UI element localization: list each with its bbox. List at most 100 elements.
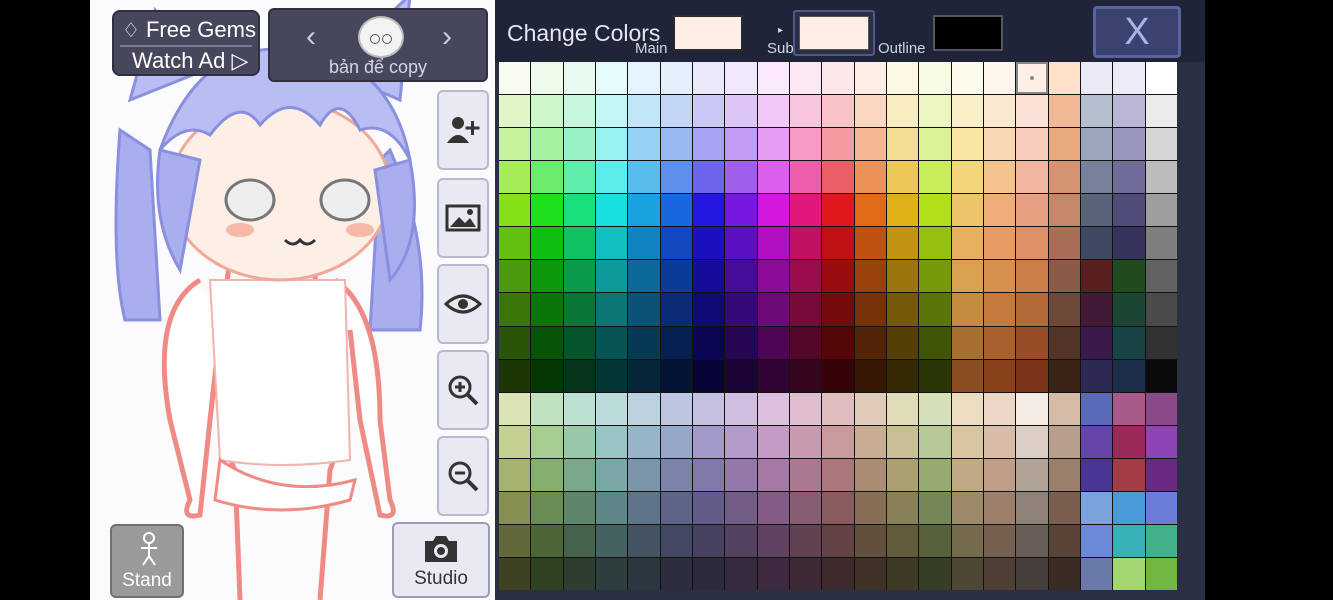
color-swatch[interactable]	[887, 260, 919, 293]
zoom-out-button[interactable]	[437, 436, 489, 516]
next-preset-button[interactable]: ›	[430, 20, 464, 54]
color-swatch[interactable]	[563, 524, 595, 557]
color-swatch[interactable]	[919, 524, 951, 557]
color-swatch[interactable]	[854, 491, 886, 524]
color-swatch[interactable]	[596, 260, 628, 293]
color-swatch[interactable]	[790, 458, 822, 491]
color-swatch[interactable]	[693, 62, 725, 95]
color-swatch[interactable]	[919, 392, 951, 425]
color-swatch[interactable]	[919, 293, 951, 326]
color-swatch[interactable]	[1081, 458, 1113, 491]
color-swatch[interactable]	[1145, 260, 1177, 293]
color-swatch[interactable]	[660, 359, 692, 392]
color-swatch[interactable]	[822, 392, 854, 425]
color-swatch[interactable]	[984, 359, 1016, 392]
color-swatch[interactable]	[1081, 392, 1113, 425]
color-swatch[interactable]	[1081, 524, 1113, 557]
color-swatch[interactable]	[531, 359, 563, 392]
color-swatch[interactable]	[757, 524, 789, 557]
color-swatch[interactable]	[531, 557, 563, 590]
color-swatch[interactable]	[725, 326, 757, 359]
color-swatch[interactable]	[531, 326, 563, 359]
color-swatch[interactable]	[822, 62, 854, 95]
color-swatch[interactable]	[757, 491, 789, 524]
color-swatch[interactable]	[951, 62, 983, 95]
color-swatch[interactable]	[531, 161, 563, 194]
color-swatch[interactable]	[660, 128, 692, 161]
color-swatch[interactable]	[1016, 128, 1048, 161]
color-swatch[interactable]	[596, 326, 628, 359]
color-swatch[interactable]	[1081, 557, 1113, 590]
color-swatch[interactable]	[1048, 128, 1080, 161]
color-swatch[interactable]	[1113, 194, 1145, 227]
color-swatch[interactable]	[757, 260, 789, 293]
color-swatch[interactable]	[919, 227, 951, 260]
color-swatch[interactable]	[757, 227, 789, 260]
color-swatch[interactable]	[596, 359, 628, 392]
color-swatch[interactable]	[854, 557, 886, 590]
sub-color-selected-frame[interactable]	[793, 10, 875, 56]
color-swatch[interactable]	[757, 194, 789, 227]
color-swatch[interactable]	[790, 161, 822, 194]
color-swatch[interactable]	[757, 557, 789, 590]
color-swatch[interactable]	[951, 359, 983, 392]
color-swatch[interactable]	[563, 227, 595, 260]
color-swatch[interactable]	[628, 128, 660, 161]
color-swatch[interactable]	[919, 62, 951, 95]
color-swatch[interactable]	[563, 161, 595, 194]
color-swatch[interactable]	[499, 194, 531, 227]
color-swatch[interactable]	[854, 260, 886, 293]
color-swatch[interactable]	[660, 392, 692, 425]
color-swatch[interactable]	[596, 491, 628, 524]
color-swatch[interactable]	[919, 557, 951, 590]
color-swatch[interactable]	[563, 458, 595, 491]
color-swatch[interactable]	[596, 161, 628, 194]
color-swatch[interactable]	[1016, 161, 1048, 194]
color-swatch[interactable]	[854, 194, 886, 227]
color-swatch[interactable]	[854, 326, 886, 359]
color-swatch[interactable]	[1113, 95, 1145, 128]
color-swatch[interactable]	[854, 227, 886, 260]
color-swatch[interactable]	[1081, 326, 1113, 359]
color-swatch[interactable]	[693, 161, 725, 194]
color-swatch[interactable]	[563, 260, 595, 293]
color-swatch[interactable]	[1145, 524, 1177, 557]
color-swatch[interactable]	[531, 425, 563, 458]
color-swatch[interactable]	[887, 293, 919, 326]
background-button[interactable]	[437, 178, 489, 258]
color-swatch[interactable]	[596, 392, 628, 425]
color-swatch[interactable]	[628, 557, 660, 590]
color-swatch[interactable]	[628, 95, 660, 128]
color-swatch[interactable]	[984, 161, 1016, 194]
color-swatch[interactable]	[499, 293, 531, 326]
color-swatch[interactable]	[628, 227, 660, 260]
color-swatch[interactable]	[1016, 326, 1048, 359]
color-swatch[interactable]	[563, 194, 595, 227]
color-swatch[interactable]	[1016, 392, 1048, 425]
zoom-in-button[interactable]	[437, 350, 489, 430]
color-swatch[interactable]	[725, 491, 757, 524]
color-swatch[interactable]	[757, 161, 789, 194]
color-swatch[interactable]	[1145, 227, 1177, 260]
color-swatch[interactable]	[1016, 260, 1048, 293]
color-swatch[interactable]	[887, 95, 919, 128]
color-swatch[interactable]	[531, 491, 563, 524]
color-swatch[interactable]	[887, 326, 919, 359]
color-swatch[interactable]	[1145, 557, 1177, 590]
color-swatch[interactable]	[1145, 62, 1177, 95]
color-swatch[interactable]	[1145, 392, 1177, 425]
color-swatch[interactable]	[1081, 359, 1113, 392]
color-swatch[interactable]	[1145, 194, 1177, 227]
color-swatch[interactable]	[499, 491, 531, 524]
color-swatch[interactable]	[531, 458, 563, 491]
color-swatch[interactable]	[1113, 524, 1145, 557]
color-swatch[interactable]	[563, 557, 595, 590]
color-swatch[interactable]	[790, 326, 822, 359]
color-swatch[interactable]	[790, 95, 822, 128]
color-swatch[interactable]	[984, 227, 1016, 260]
color-swatch[interactable]	[725, 62, 757, 95]
color-swatch[interactable]	[596, 425, 628, 458]
color-swatch[interactable]	[790, 260, 822, 293]
color-swatch[interactable]	[1016, 62, 1048, 95]
color-swatch[interactable]	[499, 557, 531, 590]
